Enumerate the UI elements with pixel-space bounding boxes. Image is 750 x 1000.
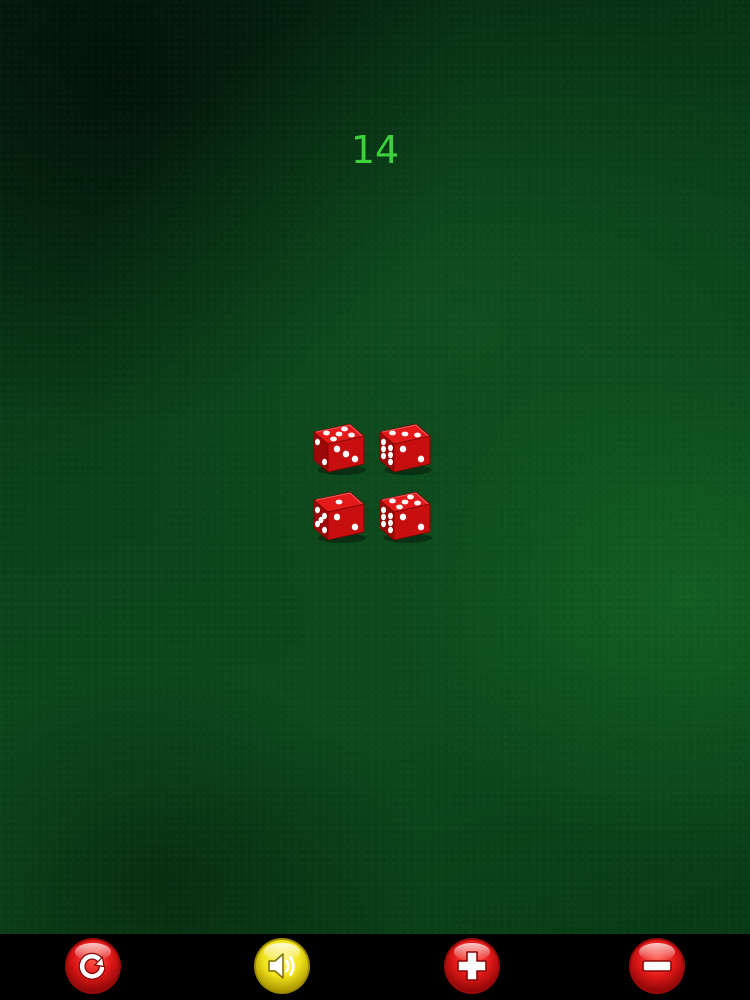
die[interactable] [310,418,368,476]
die-pip [381,513,386,521]
dice-area[interactable] [306,414,440,554]
die-pip [417,523,425,531]
game-screen: 14 [0,0,750,1000]
dice-total: 14 [350,128,400,172]
die-pip [333,513,341,521]
die[interactable] [376,486,434,544]
die-pip [388,444,393,452]
die-pip [322,458,327,466]
die-pip [399,445,407,453]
die-pip [388,519,393,527]
die[interactable] [310,486,368,544]
die-pip [407,494,414,500]
bottom-toolbar [0,934,750,1000]
die-pip [388,526,393,534]
reroll-icon [65,938,121,994]
die-pip [401,499,409,505]
die-pip [389,430,396,436]
add-die-button[interactable] [443,937,501,995]
die-pip [315,506,320,514]
die-pip [335,431,343,437]
die-pip [381,520,386,528]
die-pip [351,455,359,463]
die-pip [388,458,393,466]
die-pip [330,436,337,442]
die-icon [379,423,432,475]
die-pip [417,455,425,463]
die-pip [401,431,409,437]
die-pip [381,452,386,460]
die-icon [313,423,366,475]
plus-icon [444,938,500,994]
die-pip [389,498,396,504]
die-icon [379,491,432,543]
die-pip [381,506,386,514]
die-pip [315,438,320,446]
die-pip [333,445,341,453]
die-pip [396,504,403,510]
die-pip [399,513,407,521]
reroll-button[interactable] [64,937,122,995]
die-pip [381,438,386,446]
die-pip [388,512,393,520]
die[interactable] [376,418,434,476]
die-pip [323,430,330,436]
die-pip [414,500,421,506]
die-icon [313,491,366,543]
sound-button[interactable] [253,937,311,995]
die-pip [414,432,421,438]
die-pip [342,450,350,458]
die-pip [322,526,327,534]
die-pip [351,523,359,531]
die-pip [315,520,320,528]
minus-icon [629,938,685,994]
speaker-icon [254,938,310,994]
die-pip [348,432,355,438]
die-pip [381,445,386,453]
remove-die-button[interactable] [628,937,686,995]
die-pip [335,499,343,505]
die-pip [341,426,348,432]
die-pip [388,451,393,459]
